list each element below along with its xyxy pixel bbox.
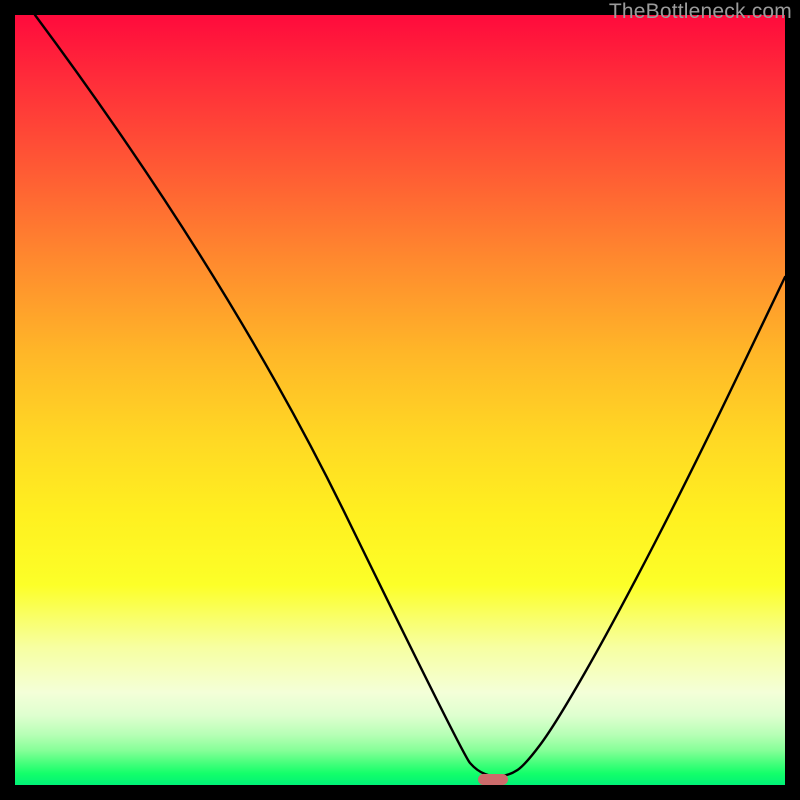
- chart-stage: TheBottleneck.com: [0, 0, 800, 800]
- plot-area: [15, 15, 785, 785]
- optimal-marker: [478, 774, 508, 785]
- watermark-text: TheBottleneck.com: [609, 0, 792, 24]
- bottleneck-curve: [15, 15, 785, 785]
